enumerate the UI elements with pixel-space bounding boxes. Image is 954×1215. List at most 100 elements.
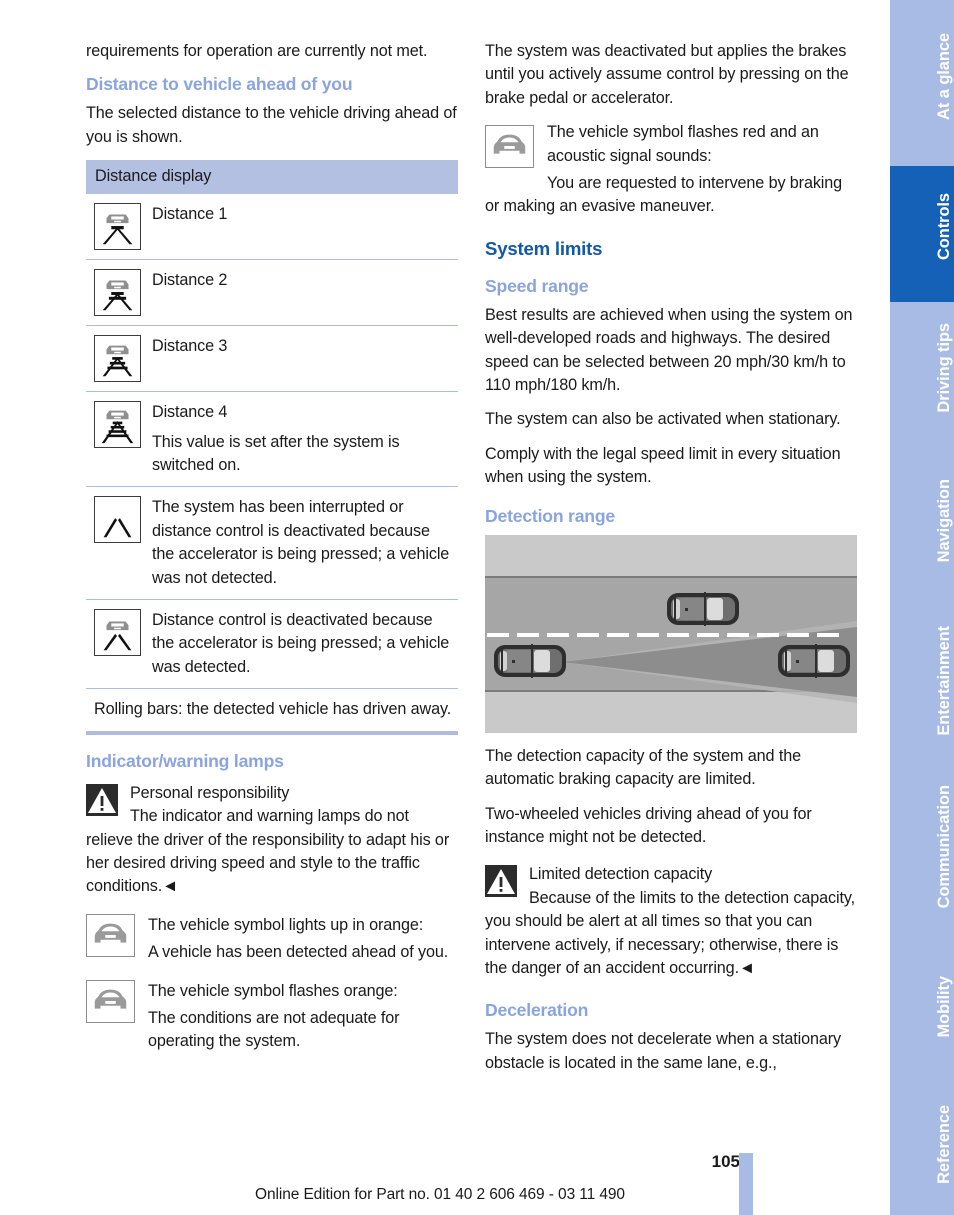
deceleration-paragraph: The system does not decelerate when a st…	[485, 1030, 841, 1072]
lane-with-car-icon-glyph	[94, 609, 141, 657]
tab-communication[interactable]: Communication	[890, 768, 954, 940]
tab-label: Entertainment	[935, 626, 953, 736]
table-header-distance-display: Distance display	[86, 160, 458, 195]
warning-triangle-icon	[485, 865, 517, 898]
table-row: Distance 3	[86, 326, 458, 393]
lane-with-car-icon	[86, 609, 152, 657]
left-column: requirements for operation are currently…	[86, 40, 458, 1054]
lane-only-icon	[86, 496, 152, 544]
detection-paragraph: The detection capacity of the system and…	[485, 746, 801, 789]
tab-label: Driving tips	[935, 323, 953, 413]
speed-paragraph: Best results are achieved when using the…	[485, 305, 853, 395]
warning-title: Limited detection capacity	[529, 865, 713, 884]
intro-paragraph: requirements for operation are currently…	[86, 42, 428, 60]
row-line: Distance 4	[152, 403, 228, 422]
row-line: Distance control is deactivated because …	[152, 611, 450, 676]
lamp-line: You are requested to intervene by brakin…	[485, 174, 843, 216]
table-row: The system has been interrupted or dista…	[86, 487, 458, 601]
tab-at-a-glance[interactable]: At a glance	[890, 0, 954, 166]
table-row-text: Distance 1	[152, 203, 458, 226]
distance-intro-paragraph: The selected distance to the vehicle dri…	[86, 104, 457, 146]
lamp-line: A vehicle has been detected ahead of you…	[148, 943, 449, 962]
lamp-line: The conditions are not adequate for oper…	[148, 1008, 400, 1051]
footer-note-text: Rolling bars: the detected vehicle has d…	[94, 700, 452, 719]
manual-page: requirements for operation are currently…	[0, 0, 954, 1215]
tab-mobility[interactable]: Mobility	[890, 940, 954, 1088]
tab-label: At a glance	[935, 32, 953, 120]
distance-4-icon-glyph	[94, 401, 141, 449]
lamp-item-orange-steady: The vehicle symbol lights up in orange: …	[86, 913, 458, 965]
table-row-text: Distance control is deactivated because …	[152, 609, 458, 679]
tab-label: Controls	[935, 193, 953, 261]
lamp-line: The vehicle symbol flashes red and an ac…	[547, 123, 819, 165]
warning-title: Personal responsibility	[130, 783, 290, 802]
lamp-item-text: The vehicle symbol lights up in orange: …	[148, 914, 458, 965]
tab-controls[interactable]: Controls	[890, 166, 954, 302]
lamp-item-red-flashing: The vehicle symbol flashes red and an ac…	[485, 121, 857, 219]
row-line: Distance 3	[152, 337, 228, 356]
table-row: Distance 1	[86, 194, 458, 261]
warning-body: Because of the limits to the detection c…	[485, 888, 855, 977]
table-footer-note: Rolling bars: the detected vehicle has d…	[86, 689, 458, 735]
warning-body: The indicator and warning lamps do not r…	[86, 807, 450, 896]
tab-driving-tips[interactable]: Driving tips	[890, 302, 954, 448]
row-line: Distance 1	[152, 205, 228, 224]
right-column: The system was deactivated but applies t…	[485, 40, 857, 1086]
lamp-item-text: The vehicle symbol flashes orange: The c…	[148, 980, 458, 1054]
vehicle-upper-lane	[667, 591, 739, 626]
tab-label: Communication	[935, 785, 953, 909]
tab-entertainment[interactable]: Entertainment	[890, 608, 954, 768]
detection-range-diagram	[485, 534, 857, 733]
tab-label: Reference	[935, 1105, 953, 1184]
right-intro-paragraph: The system was deactivated but applies t…	[485, 42, 849, 107]
table-row: Distance 4 This value is set after the s…	[86, 392, 458, 488]
table-row-text: The system has been interrupted or dista…	[152, 496, 458, 590]
tab-navigation[interactable]: Navigation	[890, 448, 954, 608]
tab-reference[interactable]: Reference	[890, 1088, 954, 1215]
lamp-line: The vehicle symbol flashes orange:	[148, 981, 398, 1000]
heading-indicator-warning-lamps: Indicator/warning lamps	[86, 750, 284, 771]
page-number: 105	[711, 1152, 740, 1171]
tab-label: Mobility	[935, 976, 953, 1038]
lamp-item-orange-flashing: The vehicle symbol flashes orange: The c…	[86, 979, 458, 1054]
distance-4-icon	[86, 401, 152, 449]
table-row: Distance 2	[86, 260, 458, 327]
heading-distance-to-vehicle: Distance to vehicle ahead of you	[86, 74, 353, 95]
vehicle-front-icon-glyph	[485, 125, 534, 169]
page-number-bar	[739, 1153, 753, 1215]
distance-1-icon	[86, 203, 152, 251]
warning-block-limited-detection: Limited detection capacity Because of th…	[485, 863, 857, 980]
warning-triangle-icon	[86, 783, 118, 816]
edition-footer-line: Online Edition for Part no. 01 40 2 606 …	[255, 1186, 625, 1203]
vehicle-front-icon	[86, 913, 148, 957]
section-tab-rail: At a glance Controls Driving tips Naviga…	[890, 0, 954, 1215]
row-line: Distance 2	[152, 271, 228, 290]
lamp-line: The vehicle symbol lights up in orange:	[148, 915, 424, 934]
distance-2-icon-glyph	[94, 269, 141, 317]
distance-2-icon	[86, 269, 152, 317]
vehicle-front-icon-glyph	[86, 979, 135, 1023]
table-row-text: Distance 4 This value is set after the s…	[152, 401, 458, 477]
vehicle-front-icon-glyph	[86, 913, 135, 957]
distance-3-icon	[86, 335, 152, 383]
row-line: This value is set after the system is sw…	[152, 432, 400, 475]
vehicle-front-icon	[485, 125, 534, 169]
heading-detection-range: Detection range	[485, 505, 615, 526]
row-line: The system has been interrupted or dista…	[152, 498, 450, 587]
speed-paragraph: Comply with the legal speed limit in eve…	[485, 444, 841, 487]
heading-speed-range: Speed range	[485, 275, 589, 296]
table-row: Distance control is deactivated because …	[86, 600, 458, 690]
heading-deceleration: Deceleration	[485, 1000, 589, 1021]
vehicle-ego	[494, 643, 566, 678]
distance-3-icon-glyph	[94, 335, 141, 383]
lane-only-icon-glyph	[94, 496, 141, 544]
warning-block-personal-responsibility: Personal responsibility The indicator an…	[86, 782, 458, 899]
distance-display-table: Distance display Distance 1 Distance 2 D…	[86, 160, 458, 735]
distance-1-icon-glyph	[94, 203, 141, 251]
vehicle-front-icon	[86, 979, 148, 1023]
detection-paragraph: Two-wheeled vehicles driving ahead of yo…	[485, 804, 812, 846]
table-row-text: Distance 3	[152, 335, 458, 358]
speed-paragraph: The system can also be activated when st…	[485, 410, 841, 429]
table-row-text: Distance 2	[152, 269, 458, 292]
vehicle-ahead	[778, 643, 850, 678]
